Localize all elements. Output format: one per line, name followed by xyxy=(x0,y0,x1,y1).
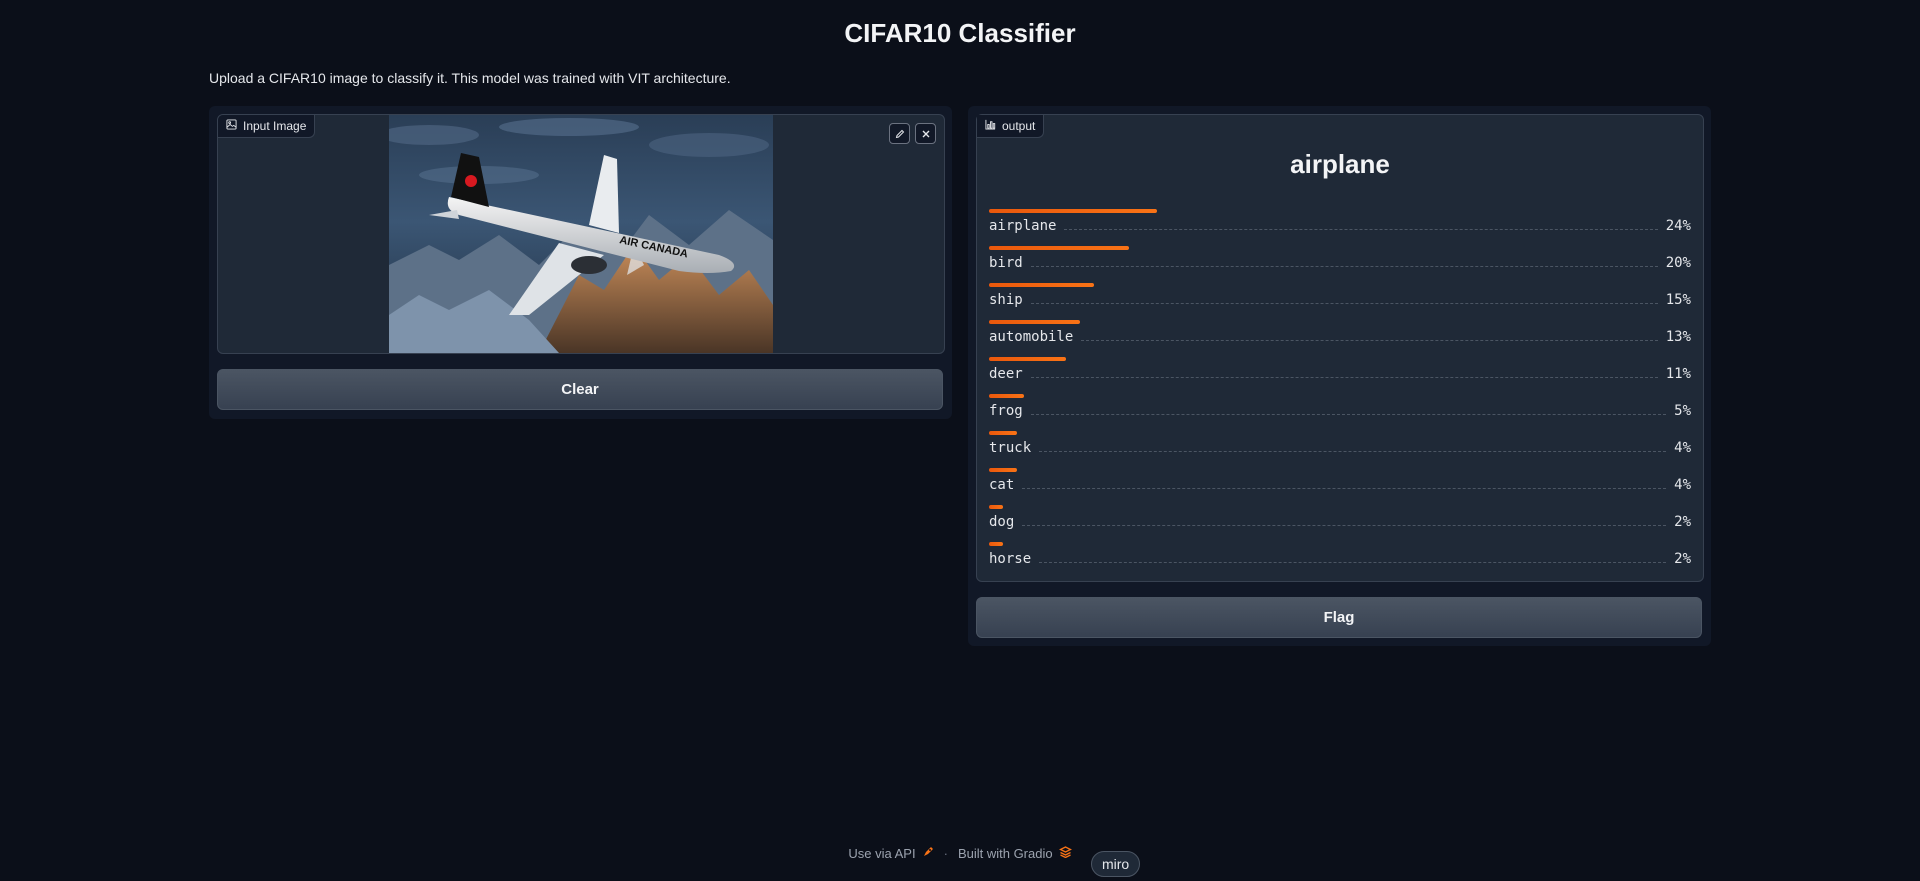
confidence-bar xyxy=(989,505,1003,509)
confidence-row: horse 2% xyxy=(989,542,1691,579)
confidence-leader-line xyxy=(1039,451,1667,452)
miro-badge[interactable]: miro xyxy=(1091,851,1141,877)
confidence-text: dog 2% xyxy=(989,514,1691,530)
page-description: Upload a CIFAR10 image to classify it. T… xyxy=(209,70,731,86)
confidence-row: cat 4% xyxy=(989,468,1691,505)
confidence-text: horse 2% xyxy=(989,551,1691,567)
confidence-percent: 5% xyxy=(1674,403,1691,419)
confidence-text: bird 20% xyxy=(989,255,1691,271)
output-label-text: output xyxy=(1002,119,1036,133)
close-icon[interactable] xyxy=(915,123,936,144)
confidence-row: truck 4% xyxy=(989,431,1691,468)
confidence-label: airplane xyxy=(989,218,1057,234)
predicted-class: airplane xyxy=(1290,149,1390,179)
confidence-bar xyxy=(989,209,1157,213)
use-via-api-text: Use via API xyxy=(848,846,916,861)
confidence-row: automobile 13% xyxy=(989,320,1691,357)
edit-icon[interactable] xyxy=(889,123,910,144)
confidence-text: automobile 13% xyxy=(989,329,1691,345)
footer: Use via API · Built with Gradio xyxy=(0,846,1920,861)
confidence-text: ship 15% xyxy=(989,292,1691,308)
confidence-label: dog xyxy=(989,514,1015,530)
confidence-label: cat xyxy=(989,477,1015,493)
confidence-label: horse xyxy=(989,551,1032,567)
confidence-label: automobile xyxy=(989,329,1074,345)
confidence-leader-line xyxy=(1064,229,1658,230)
input-image-label-text: Input Image xyxy=(243,119,307,133)
confidence-row: airplane 24% xyxy=(989,209,1691,246)
confidence-leader-line xyxy=(1022,488,1667,489)
confidence-bar xyxy=(989,468,1017,472)
confidence-row: deer 11% xyxy=(989,357,1691,394)
input-panel: Input Image AIR CANADA Clear xyxy=(209,106,952,419)
confidence-percent: 13% xyxy=(1665,329,1691,345)
confidence-leader-line xyxy=(1030,414,1667,415)
confidence-row: bird 20% xyxy=(989,246,1691,283)
confidence-text: cat 4% xyxy=(989,477,1691,493)
confidence-bar xyxy=(989,320,1080,324)
confidence-bar xyxy=(989,283,1094,287)
output-label: output xyxy=(977,115,1045,138)
confidence-percent: 2% xyxy=(1674,514,1691,530)
confidence-leader-line xyxy=(1030,303,1658,304)
confidence-bar xyxy=(989,431,1017,435)
image-icon xyxy=(226,119,237,133)
confidence-row: dog 2% xyxy=(989,505,1691,542)
confidence-leader-line xyxy=(1081,340,1658,341)
built-with-gradio-link[interactable]: Built with Gradio xyxy=(958,846,1072,861)
confidence-text: truck 4% xyxy=(989,440,1691,456)
flag-button[interactable]: Flag xyxy=(976,597,1702,638)
confidence-leader-line xyxy=(1039,562,1667,563)
confidence-list: airplane 24% bird 20% ship 15% automobile 13% de… xyxy=(989,209,1691,579)
confidence-text: airplane 24% xyxy=(989,218,1691,234)
confidence-percent: 4% xyxy=(1674,440,1691,456)
confidence-leader-line xyxy=(1022,525,1667,526)
clear-button[interactable]: Clear xyxy=(217,369,943,410)
footer-separator: · xyxy=(943,846,948,861)
use-via-api-link[interactable]: Use via API xyxy=(848,846,933,861)
confidence-percent: 24% xyxy=(1665,218,1691,234)
output-label-box: output airplane airplane 24% bird 20% ship 15… xyxy=(976,114,1704,582)
confidence-label: truck xyxy=(989,440,1032,456)
confidence-leader-line xyxy=(1030,377,1658,378)
confidence-percent: 4% xyxy=(1674,477,1691,493)
confidence-text: frog 5% xyxy=(989,403,1691,419)
confidence-row: frog 5% xyxy=(989,394,1691,431)
confidence-label: ship xyxy=(989,292,1023,308)
confidence-label: frog xyxy=(989,403,1023,419)
page-title: CIFAR10 Classifier xyxy=(844,18,1076,48)
confidence-label: deer xyxy=(989,366,1023,382)
confidence-percent: 2% xyxy=(1674,551,1691,567)
image-upload-area[interactable]: Input Image AIR CANADA xyxy=(217,114,945,354)
confidence-text: deer 11% xyxy=(989,366,1691,382)
output-panel: output airplane airplane 24% bird 20% ship 15… xyxy=(968,106,1711,646)
confidence-bar xyxy=(989,357,1066,361)
image-tools xyxy=(889,123,936,144)
confidence-percent: 15% xyxy=(1665,292,1691,308)
built-with-gradio-text: Built with Gradio xyxy=(957,846,1053,861)
confidence-label: bird xyxy=(989,255,1023,271)
gradio-logo-icon xyxy=(1058,846,1072,861)
uploaded-airplane-image: AIR CANADA xyxy=(389,115,773,353)
confidence-leader-line xyxy=(1030,266,1658,267)
confidence-percent: 11% xyxy=(1665,366,1691,382)
rocket-icon xyxy=(922,846,934,861)
confidence-bar xyxy=(989,394,1024,398)
confidence-bar xyxy=(989,246,1129,250)
input-image-label: Input Image xyxy=(218,115,316,138)
chart-icon xyxy=(985,119,996,133)
confidence-bar xyxy=(989,542,1003,546)
confidence-percent: 20% xyxy=(1665,255,1691,271)
confidence-row: ship 15% xyxy=(989,283,1691,320)
